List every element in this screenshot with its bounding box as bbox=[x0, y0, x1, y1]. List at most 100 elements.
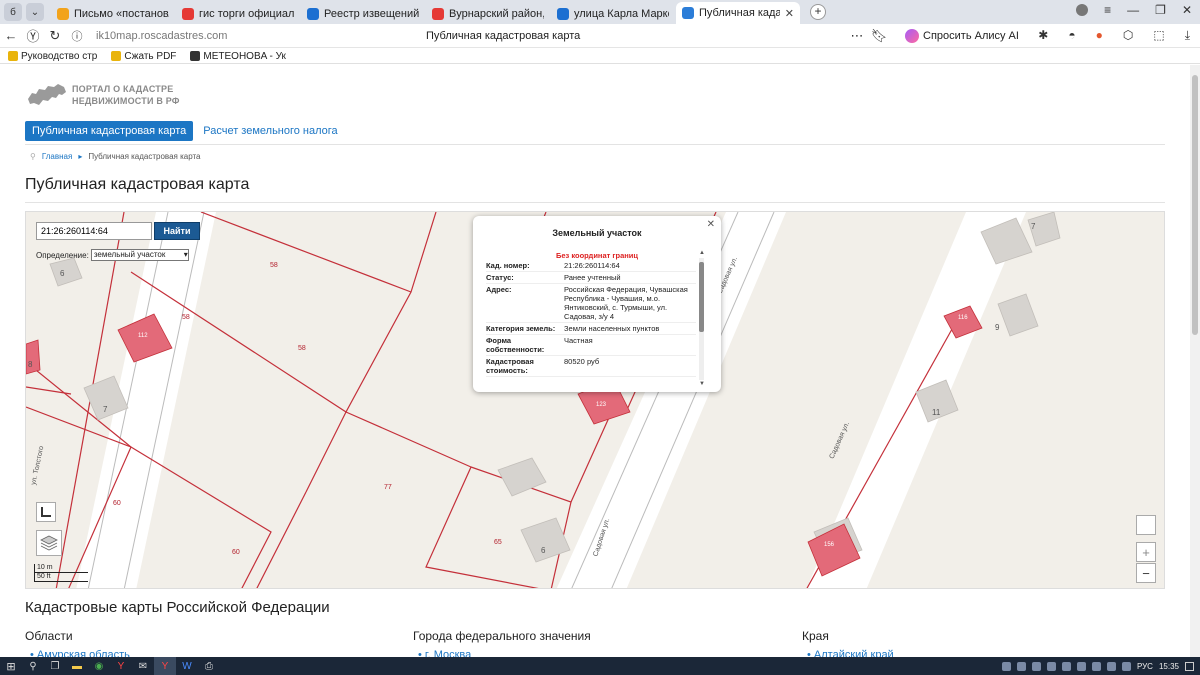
browser-tab[interactable]: гис торги официальный с bbox=[176, 4, 300, 24]
yandex-browser-icon[interactable]: Y bbox=[110, 657, 132, 675]
site-info-icon[interactable]: ⓘ bbox=[66, 28, 88, 44]
breadcrumb-home[interactable]: Главная bbox=[42, 152, 72, 161]
popup-scrollbar[interactable] bbox=[699, 258, 704, 380]
house-number: 8 bbox=[28, 360, 33, 369]
yandex-browser-active-icon[interactable]: Y bbox=[154, 657, 176, 675]
minimize-icon[interactable]: — bbox=[1127, 3, 1139, 17]
browser-menu-icon[interactable]: б bbox=[4, 3, 22, 21]
fullscreen-toggle-button[interactable] bbox=[36, 502, 56, 522]
link-amur-oblast[interactable]: • Амурская область bbox=[30, 649, 130, 657]
page-scrollbar[interactable] bbox=[1190, 65, 1200, 657]
bookmark-label: Руководство стр bbox=[21, 50, 98, 62]
tray-icon[interactable] bbox=[1031, 661, 1041, 671]
tab-list-chevron-icon[interactable]: ⌄ bbox=[26, 3, 44, 21]
bookmark-item[interactable]: Сжать PDF bbox=[111, 51, 176, 62]
tab-favicon-icon bbox=[182, 8, 194, 20]
scroll-down-icon[interactable]: ▼ bbox=[699, 381, 705, 387]
tray-icon[interactable] bbox=[1061, 661, 1071, 671]
popup-scroll-thumb[interactable] bbox=[699, 262, 704, 332]
menu-item-land-tax[interactable]: Расчет земельного налога bbox=[203, 125, 337, 137]
parcel-label: 58 bbox=[182, 314, 190, 321]
cadastral-map[interactable]: 58 58 58 77 65 60 60 6 8 7 6 7 9 11 ул. … bbox=[25, 211, 1165, 589]
file-explorer-icon[interactable]: ▬ bbox=[66, 657, 88, 675]
zoom-out-button[interactable]: − bbox=[1136, 563, 1156, 583]
extension-icon[interactable]: ⬡ bbox=[1123, 28, 1133, 43]
bookmark-item[interactable]: METEOHOBA - Ук bbox=[190, 51, 286, 62]
extension-icons: ✱ ◓ ● ⬡ ⬚ ⤓ bbox=[1038, 28, 1190, 43]
url-field[interactable]: ik10map.roscadastres.com bbox=[96, 30, 426, 42]
breadcrumb: ⚲ Главная ▸ Публичная кадастровая карта bbox=[30, 152, 201, 161]
popup-attribute-row: Статус: Ранее учтенный bbox=[486, 272, 696, 284]
browser-tab[interactable]: Публичная кадастровая ✕ bbox=[676, 2, 800, 24]
close-icon[interactable]: ✕ bbox=[707, 219, 715, 230]
tray-icon[interactable] bbox=[1076, 661, 1086, 671]
attribute-value: Земли населенных пунктов bbox=[564, 324, 660, 333]
back-icon[interactable]: ← bbox=[0, 28, 22, 43]
tab-favicon-icon bbox=[57, 8, 69, 20]
extension-icon[interactable]: ⬚ bbox=[1153, 28, 1164, 43]
profile-icon[interactable] bbox=[1076, 4, 1089, 16]
search-icon[interactable]: ⚲ bbox=[22, 657, 44, 675]
link-moscow[interactable]: • г. Москва bbox=[418, 649, 471, 657]
clock[interactable]: 15:35 bbox=[1159, 662, 1179, 671]
task-view-icon[interactable]: ❐ bbox=[44, 657, 66, 675]
word-icon[interactable]: W bbox=[176, 657, 198, 675]
find-button[interactable]: Найти bbox=[154, 222, 200, 240]
printer-icon[interactable]: ⎙ bbox=[198, 657, 220, 675]
reload-icon[interactable]: ↻ bbox=[44, 28, 66, 44]
tray-icon[interactable] bbox=[1091, 661, 1101, 671]
attribute-value: Российская Федерация, Чувашская Республи… bbox=[564, 285, 688, 321]
more-options-icon[interactable]: ⋯ bbox=[846, 28, 868, 44]
attribute-key: Кад. номер: bbox=[486, 261, 530, 270]
browser-tab[interactable]: Реестр извещений bbox=[301, 4, 425, 24]
attribute-key: Категория земель: bbox=[486, 324, 556, 333]
yandex-icon[interactable]: Ⓨ bbox=[22, 26, 44, 45]
extension-icon[interactable]: ✱ bbox=[1038, 28, 1048, 43]
tray-icon[interactable] bbox=[1001, 661, 1011, 671]
browser-tab[interactable]: Письмо «постановление bbox=[51, 4, 175, 24]
extension-icon[interactable]: ● bbox=[1096, 28, 1103, 43]
scale-meters: 10 m bbox=[34, 564, 88, 573]
site-logo[interactable]: ПОРТАЛ О КАДАСТРЕ НЕДВИЖИМОСТИ В РФ bbox=[26, 81, 180, 109]
download-icon[interactable]: ⤓ bbox=[1185, 28, 1190, 43]
web-page: ПОРТАЛ О КАДАСТРЕ НЕДВИЖИМОСТИ В РФ Публ… bbox=[0, 65, 1190, 657]
bookmark-icon[interactable]: 🔖︎ bbox=[868, 28, 890, 44]
column-heading-krais: Края bbox=[802, 629, 829, 643]
breadcrumb-separator-icon: ▸ bbox=[78, 152, 83, 161]
mail-icon[interactable]: ✉ bbox=[132, 657, 154, 675]
chrome-icon[interactable]: ◉ bbox=[88, 657, 110, 675]
scroll-up-icon[interactable]: ▲ bbox=[699, 250, 705, 256]
ask-alisa-button[interactable]: Спросить Алису AI bbox=[905, 28, 1019, 43]
close-window-icon[interactable]: ✕ bbox=[1182, 3, 1192, 17]
page-scroll-thumb[interactable] bbox=[1192, 75, 1198, 335]
maximize-icon[interactable]: ❐ bbox=[1155, 3, 1166, 17]
parcel-label: 60 bbox=[232, 549, 240, 556]
link-altai-krai[interactable]: • Алтайский край bbox=[807, 649, 894, 657]
zoom-in-button[interactable]: + bbox=[1136, 542, 1156, 562]
browser-tab[interactable]: улица Карла Маркса 15 - bbox=[551, 4, 675, 24]
new-tab-button[interactable]: + bbox=[810, 4, 826, 20]
bookmarks-menu-icon[interactable]: ≡ bbox=[1104, 3, 1111, 17]
language-indicator[interactable]: РУС bbox=[1137, 662, 1153, 671]
tray-icon[interactable] bbox=[1046, 661, 1056, 671]
bookmark-icon bbox=[111, 51, 122, 61]
tray-icon[interactable] bbox=[1121, 661, 1131, 671]
map-tool-button[interactable] bbox=[1136, 515, 1156, 535]
browser-tab[interactable]: Вурнарский район, пгт. В bbox=[426, 4, 550, 24]
layers-button[interactable] bbox=[36, 530, 62, 556]
menu-item-cadastral-map[interactable]: Публичная кадастровая карта bbox=[25, 121, 194, 141]
extension-icon[interactable]: ◓ bbox=[1068, 28, 1075, 43]
tray-icon[interactable] bbox=[1016, 661, 1026, 671]
system-tray: РУС 15:35 bbox=[1001, 657, 1194, 675]
bookmark-item[interactable]: Руководство стр bbox=[8, 51, 97, 62]
cadastral-number-input[interactable] bbox=[36, 222, 152, 240]
tray-icon[interactable] bbox=[1106, 661, 1116, 671]
windows-start-icon[interactable]: ⊞ bbox=[0, 657, 22, 675]
divider bbox=[25, 144, 1165, 145]
tab-favicon-icon bbox=[557, 8, 569, 20]
definition-select[interactable]: земельный участок ▾ bbox=[90, 249, 189, 261]
regions-section-title: Кадастровые карты Российской Федерации bbox=[25, 599, 330, 616]
cadastral-search: Найти bbox=[36, 222, 200, 240]
close-tab-icon[interactable]: ✕ bbox=[785, 7, 794, 20]
notification-icon[interactable] bbox=[1185, 661, 1194, 671]
